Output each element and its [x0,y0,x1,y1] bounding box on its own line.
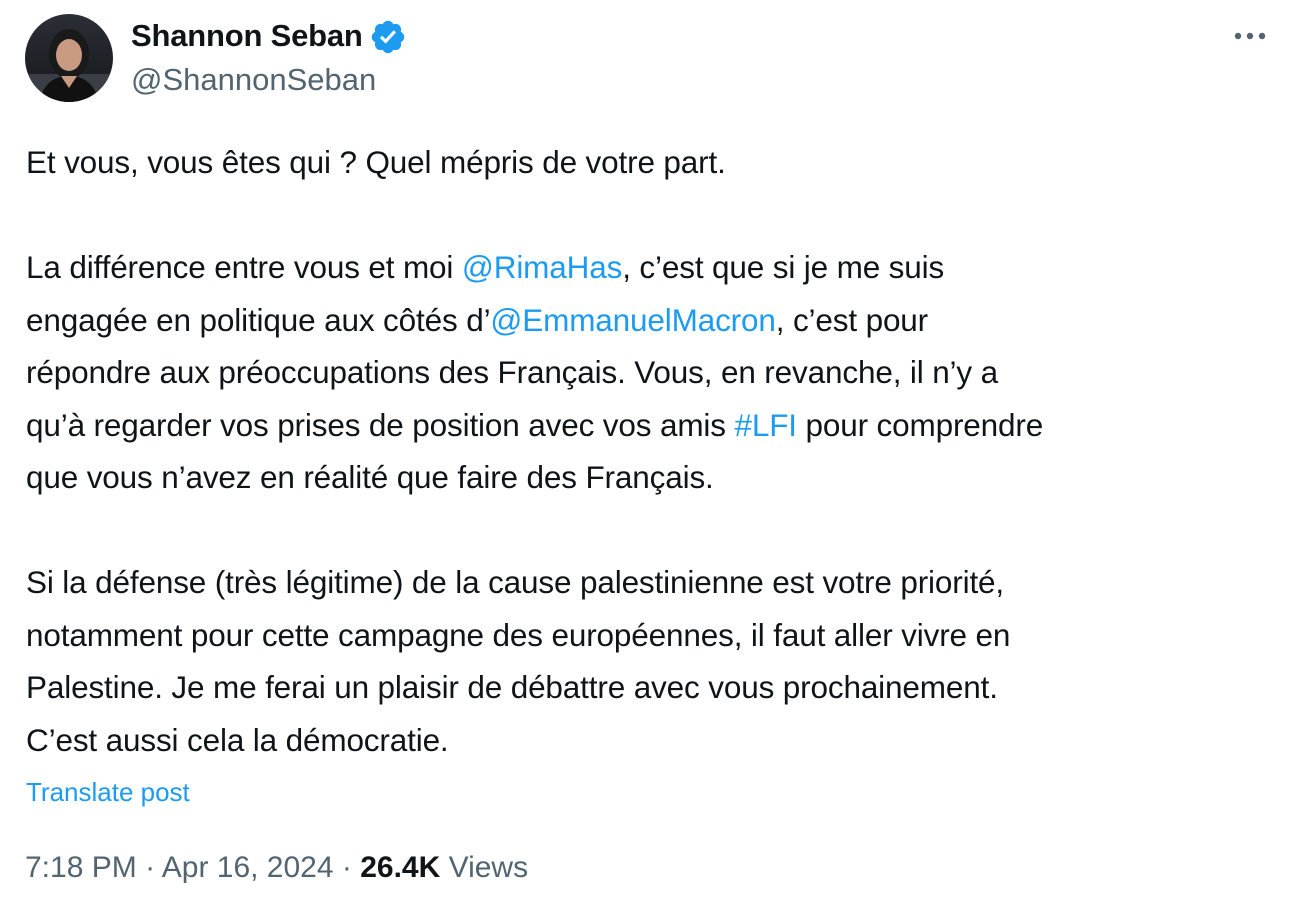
post-text: Et vous, vous êtes qui ? Quel mépris de … [26,136,1288,766]
post-line: qu’à regarder vos prises de position ave… [26,406,1044,443]
separator-dot: · [136,851,162,884]
views-count[interactable]: 26.4K [360,851,440,884]
post-line: engagée en politique aux côtés d’@Emmanu… [26,301,929,338]
more-options-button[interactable] [1228,16,1272,56]
author-avatar[interactable] [25,14,113,102]
post-time[interactable]: 7:18 PM [25,851,137,884]
hashtag-lfi-link[interactable]: #LFI [734,407,797,443]
translate-post-link[interactable]: Translate post [26,773,190,811]
post-line: notamment pour cette campagne des europé… [26,616,1011,653]
author-handle[interactable]: @ShannonSeban [131,58,376,102]
post-line: Si la défense (très légitime) de la caus… [26,564,1005,600]
post-line: Palestine. Je me ferai un plaisir de déb… [26,669,998,705]
views-label: Views [440,851,529,884]
post-line: répondre aux préoccupations des Français… [26,354,998,390]
post-line: que vous n’avez en réalité que faire des… [26,459,714,495]
post-metadata: 7:18 PM · Apr 16, 2024 · 26.4K Views [25,846,528,890]
more-horizontal-icon [1234,32,1266,40]
post-date[interactable]: Apr 16, 2024 [162,851,334,884]
mention-rimahas-link[interactable]: @RimaHas [462,249,622,285]
verified-badge-icon[interactable] [369,18,407,56]
author-display-name[interactable]: Shannon Seban [131,14,407,58]
mention-emmanuelmacron-link[interactable]: @EmmanuelMacron [490,302,775,338]
separator-dot: · [333,851,361,884]
author-name-text: Shannon Seban [131,18,363,53]
post-line: La différence entre vous et moi @RimaHas… [26,249,945,285]
post-paragraph-1: Et vous, vous êtes qui ? Quel mépris de … [26,144,726,180]
post-line: C’est aussi cela la démocratie. [26,721,449,758]
